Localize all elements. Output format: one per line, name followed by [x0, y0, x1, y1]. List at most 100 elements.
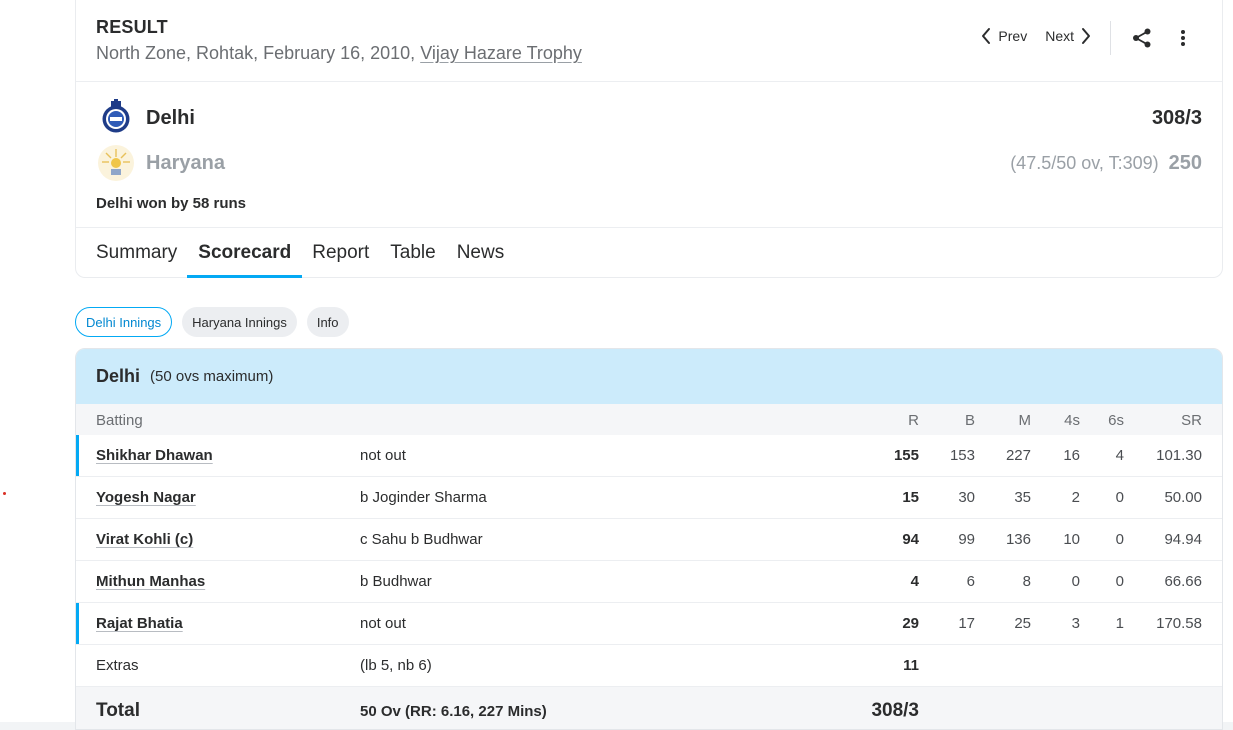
runs: 29: [902, 615, 919, 632]
dismissal: b Joginder Sharma: [360, 489, 487, 506]
tab-news[interactable]: News: [457, 228, 505, 277]
table-row: Shikhar Dhawan not out 155 153 227 16 4 …: [76, 435, 1222, 477]
chevron-right-icon: [1082, 28, 1090, 44]
total-label: Total: [96, 700, 140, 721]
sixes: 0: [1115, 573, 1124, 590]
chevron-left-icon: [982, 28, 991, 44]
batter-link[interactable]: Yogesh Nagar: [96, 489, 196, 506]
extras-value: 11: [903, 657, 919, 674]
match-navigation: Prev Next: [980, 27, 1092, 45]
team-score-wrap: (47.5/50 ov, T:309) 250: [1010, 152, 1202, 175]
match-info: North Zone, Rohtak, February 16, 2010, V…: [96, 43, 582, 64]
team-score: 250: [1168, 151, 1202, 174]
col-sixes: 6s: [1108, 412, 1124, 429]
team-score: 308/3: [1151, 106, 1202, 129]
match-venue-date: North Zone, Rohtak, February 16, 2010,: [96, 43, 421, 63]
col-batting: Batting: [96, 412, 143, 429]
team-row-haryana[interactable]: Haryana (47.5/50 ov, T:309) 250: [96, 143, 1202, 183]
balls: 30: [958, 489, 975, 506]
pill-delhi-innings[interactable]: Delhi Innings: [75, 307, 173, 337]
minutes: 25: [1014, 615, 1031, 632]
match-status: RESULT: [96, 17, 168, 37]
main-content: RESULT North Zone, Rohtak, February 16, …: [63, 0, 1233, 730]
divider: [76, 81, 1222, 82]
tab-report[interactable]: Report: [312, 228, 369, 277]
next-button[interactable]: Next: [1045, 27, 1092, 45]
minutes: 136: [1005, 531, 1031, 548]
team-overs: (47.5/50 ov, T:309): [1010, 152, 1159, 173]
col-strike-rate: SR: [1181, 412, 1202, 429]
extras-label: Extras: [96, 657, 139, 674]
innings-team: Delhi: [96, 366, 141, 386]
innings-header: Delhi (50 ovs maximum): [76, 349, 1222, 404]
strike-rate: 101.30: [1156, 447, 1202, 464]
balls: 153: [949, 447, 975, 464]
pill-info[interactable]: Info: [306, 307, 349, 337]
sixes: 0: [1115, 489, 1124, 506]
batter-name: Rajat Bhatia: [96, 615, 183, 632]
prev-label: Prev: [998, 28, 1028, 44]
team-name: Delhi: [146, 106, 195, 129]
fours: 0: [1071, 573, 1080, 590]
share-icon[interactable]: [1131, 27, 1153, 54]
table-row: Virat Kohli (c) c Sahu b Budhwar 94 99 1…: [76, 519, 1222, 561]
dismissal: b Budhwar: [360, 573, 432, 590]
table-row: Rajat Bhatia not out 29 17 25 3 1 170.58: [76, 603, 1222, 645]
table-row: Mithun Manhas b Budhwar 4 6 8 0 0 66.66: [76, 561, 1222, 603]
runs: 15: [902, 489, 919, 506]
fours: 16: [1063, 447, 1080, 464]
minutes: 35: [1014, 489, 1031, 506]
extras-row: Extras (lb 5, nb 6) 11: [76, 645, 1222, 687]
team-row-delhi[interactable]: Delhi 308/3: [96, 98, 1202, 138]
innings-pills: Delhi Innings Haryana Innings Info: [75, 307, 349, 337]
tab-scorecard[interactable]: Scorecard: [187, 228, 303, 278]
sixes: 1: [1115, 615, 1124, 632]
match-header-card: RESULT North Zone, Rohtak, February 16, …: [75, 0, 1223, 278]
batting-header-row: Batting R B M 4s 6s SR: [76, 404, 1222, 435]
tab-table[interactable]: Table: [390, 228, 435, 277]
pill-haryana-innings[interactable]: Haryana Innings: [182, 307, 297, 337]
strike-rate: 170.58: [1156, 615, 1202, 632]
series-link[interactable]: Vijay Hazare Trophy: [420, 43, 582, 63]
runs: 94: [902, 531, 919, 548]
haryana-logo: [98, 145, 134, 181]
more-options-icon[interactable]: [1180, 27, 1186, 54]
left-margin: [0, 0, 63, 722]
batter-link[interactable]: Rajat Bhatia: [96, 615, 183, 632]
prev-button[interactable]: Prev: [980, 27, 1027, 45]
dismissal: not out: [360, 615, 406, 632]
balls: 99: [958, 531, 975, 548]
col-balls: B: [964, 412, 975, 429]
batter-link[interactable]: Shikhar Dhawan: [96, 447, 213, 464]
col-minutes: M: [1018, 412, 1032, 429]
minutes: 227: [1005, 447, 1031, 464]
innings-max-overs: (50 ovs maximum): [150, 368, 274, 385]
batter-name: Virat Kohli (c): [96, 531, 193, 548]
delhi-logo: [102, 99, 130, 133]
match-tabs: Summary Scorecard Report Table News: [96, 228, 525, 278]
fours: 3: [1071, 615, 1080, 632]
innings-scorecard: Delhi (50 ovs maximum) Batting R B M 4s …: [75, 348, 1223, 730]
tab-summary[interactable]: Summary: [96, 228, 177, 277]
red-marker-dot: [3, 492, 6, 495]
col-runs: R: [908, 412, 919, 429]
team-score-wrap: 308/3: [1142, 107, 1202, 130]
fours: 10: [1063, 531, 1080, 548]
strike-rate: 66.66: [1164, 573, 1202, 590]
total-row: Total 50 Ov (RR: 6.16, 227 Mins) 308/3: [76, 687, 1222, 729]
table-row: Yogesh Nagar b Joginder Sharma 15 30 35 …: [76, 477, 1222, 519]
batter-link[interactable]: Virat Kohli (c): [96, 531, 193, 548]
col-fours: 4s: [1064, 412, 1080, 429]
team-name: Haryana: [146, 151, 225, 174]
total-detail: 50 Ov (RR: 6.16, 227 Mins): [360, 703, 547, 720]
runs: 155: [893, 447, 919, 464]
sixes: 0: [1115, 531, 1124, 548]
batter-link[interactable]: Mithun Manhas: [96, 573, 205, 590]
fours: 2: [1071, 489, 1080, 506]
batter-name: Mithun Manhas: [96, 573, 205, 590]
strike-rate: 50.00: [1164, 489, 1202, 506]
total-value: 308/3: [871, 700, 919, 721]
batter-name: Yogesh Nagar: [96, 489, 196, 506]
dismissal: not out: [360, 447, 406, 464]
nav-divider: [1110, 21, 1111, 55]
